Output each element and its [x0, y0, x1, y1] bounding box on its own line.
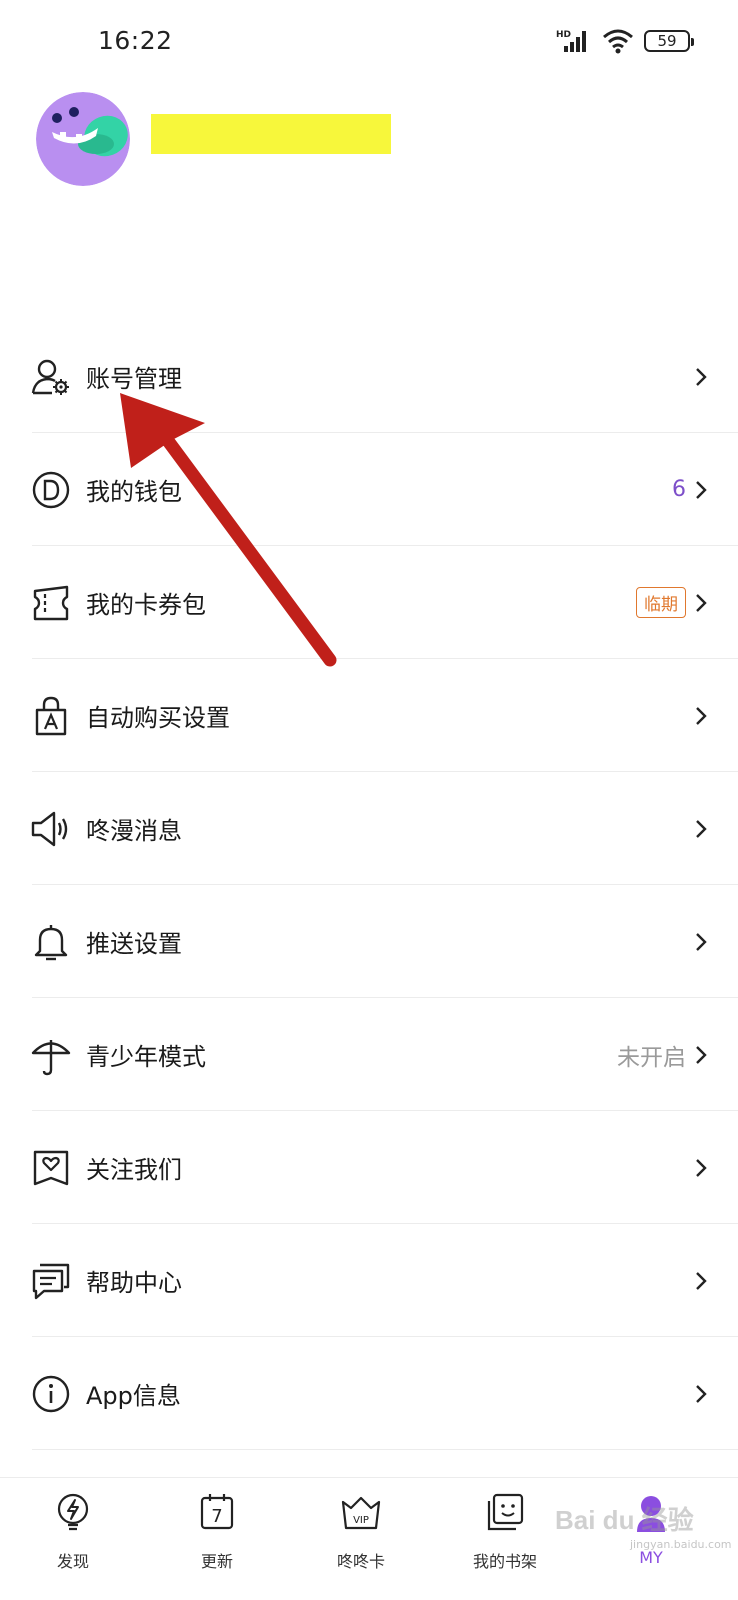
chevron-right-icon	[696, 932, 707, 951]
menu-item-label: 我的卡券包	[86, 591, 206, 619]
menu-item-label: 账号管理	[86, 365, 182, 393]
status-icons: HD 59	[556, 28, 694, 54]
status-time: 16:22	[98, 26, 173, 55]
bottom-tab-bar: 发现 7 更新 VIP 咚咚卡 我的书架 MY	[0, 1477, 738, 1600]
menu-item-messages[interactable]: 咚漫消息	[0, 772, 738, 885]
menu-item-help-center[interactable]: 帮助中心	[0, 1224, 738, 1337]
tab-label: 发现	[56, 1552, 89, 1571]
tab-discover[interactable]: 发现	[18, 1492, 128, 1572]
username-redacted	[151, 114, 391, 154]
network-label: HD	[556, 30, 571, 40]
info-icon	[30, 1373, 72, 1415]
tab-label: 更新	[200, 1552, 233, 1571]
menu-item-app-info[interactable]: App信息	[0, 1337, 738, 1450]
menu-item-label: 自动购买设置	[86, 704, 230, 732]
chevron-right-icon	[696, 1271, 707, 1290]
expiring-badge: 临期	[636, 587, 686, 618]
ticket-icon	[30, 582, 72, 624]
menu-item-label: 关注我们	[86, 1156, 182, 1184]
menu-item-label: 我的钱包	[86, 478, 182, 506]
chevron-right-icon	[696, 1045, 707, 1064]
watermark-url: jingyan.baidu.com	[630, 1538, 732, 1551]
menu-item-auto-purchase[interactable]: 自动购买设置	[0, 659, 738, 772]
vip-text: VIP	[353, 1515, 369, 1526]
account-settings-icon	[30, 356, 72, 398]
chevron-right-icon	[696, 706, 707, 725]
vip-crown-icon: VIP	[341, 1496, 381, 1530]
tab-label: 我的书架	[472, 1552, 537, 1571]
bell-icon	[30, 921, 72, 963]
chevron-right-icon	[696, 1158, 707, 1177]
wallet-coin-icon	[30, 469, 72, 511]
profile-header[interactable]	[36, 92, 696, 188]
menu-item-coupons[interactable]: 我的卡券包 临期	[0, 546, 738, 659]
heart-bookmark-icon	[30, 1147, 72, 1189]
chevron-right-icon	[696, 1384, 707, 1403]
menu-item-label: App信息	[86, 1382, 181, 1410]
tab-updates[interactable]: 7 更新	[162, 1492, 272, 1572]
menu-item-label: 青少年模式	[86, 1043, 206, 1071]
menu-item-push-settings[interactable]: 推送设置	[0, 885, 738, 998]
wifi-icon	[603, 29, 633, 54]
lightbulb-icon	[57, 1493, 89, 1531]
speaker-icon	[30, 808, 72, 850]
teen-mode-status: 未开启	[617, 1044, 686, 1071]
status-bar: 16:22 HD 59	[0, 0, 738, 88]
calendar-day: 7	[211, 1506, 222, 1527]
calendar-icon: 7	[200, 1494, 234, 1530]
tab-bookshelf[interactable]: 我的书架	[450, 1492, 560, 1572]
menu-item-label: 帮助中心	[86, 1269, 182, 1297]
chevron-right-icon	[696, 367, 707, 386]
chat-bubble-icon	[30, 1260, 72, 1302]
menu-item-label: 推送设置	[86, 930, 182, 958]
wallet-balance: 6	[672, 477, 686, 502]
bookshelf-icon	[487, 1493, 524, 1531]
chevron-right-icon	[696, 819, 707, 838]
battery-indicator: 59	[644, 30, 694, 52]
menu-item-teen-mode[interactable]: 青少年模式 未开启	[0, 998, 738, 1111]
monster-avatar-icon[interactable]	[36, 92, 130, 186]
shopping-bag-icon	[30, 695, 72, 737]
menu-item-label: 咚漫消息	[86, 817, 182, 845]
menu-item-account[interactable]: 账号管理	[0, 320, 738, 433]
tab-label: 咚咚卡	[336, 1552, 385, 1571]
chevron-right-icon	[696, 593, 707, 612]
watermark-logo: Bai du 经验	[555, 1505, 694, 1535]
chevron-right-icon	[696, 480, 707, 499]
settings-menu: 账号管理 我的钱包 6 我的卡券包 临期 自动购买设置 咚漫消息 推送设置 青少…	[0, 320, 738, 1450]
cellular-signal-icon: HD	[556, 30, 586, 52]
menu-item-wallet[interactable]: 我的钱包 6	[0, 433, 738, 546]
menu-item-follow-us[interactable]: 关注我们	[0, 1111, 738, 1224]
umbrella-icon	[30, 1034, 72, 1076]
tab-vip-card[interactable]: VIP 咚咚卡	[306, 1492, 416, 1572]
